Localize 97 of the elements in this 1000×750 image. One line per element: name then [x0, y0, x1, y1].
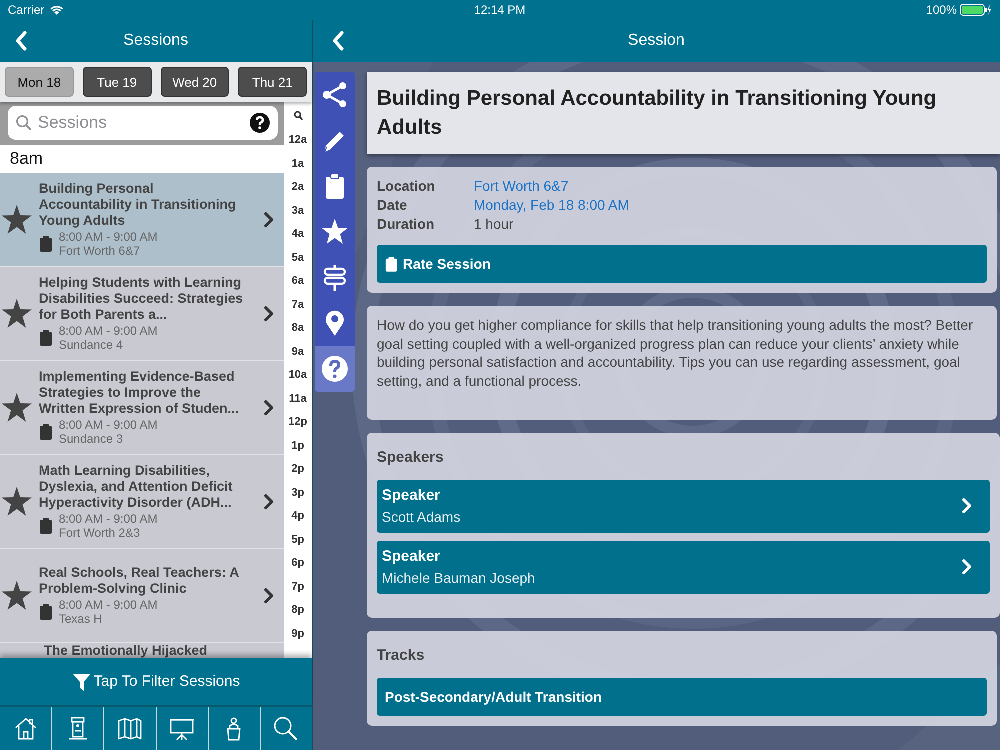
index-letter[interactable]: 3p — [292, 482, 304, 505]
chevron-icon — [264, 400, 274, 416]
session-title: The Emotionally Hijacked — [44, 643, 209, 658]
nav-title: Session — [628, 32, 685, 50]
clipboard-icon — [385, 256, 398, 272]
signpost-icon — [322, 264, 348, 291]
rate-session-button[interactable]: Rate Session — [377, 245, 987, 283]
chevron-icon — [264, 494, 274, 510]
session-room: Texas H — [59, 612, 104, 626]
back-icon — [333, 31, 345, 51]
detail-label: Location — [377, 177, 436, 195]
session-title: Building Personal Accountability in Transitioning Young Adults — [39, 181, 238, 229]
detail-label: Date — [377, 196, 408, 214]
session-time: 8:00 AM - 9:00 AM — [59, 324, 158, 338]
session-title: Helping Students with Learning Disabilities Succeed: Strategies for Both Parents a... — [39, 275, 244, 323]
session-room: Fort Worth 6&7 — [59, 244, 142, 258]
clipboard-icon — [39, 329, 53, 347]
index-letter[interactable]: 4a — [292, 223, 304, 246]
index-letter[interactable]: 11a — [289, 388, 307, 411]
session-room: Fort Worth 2&3 — [59, 526, 142, 540]
index-letter[interactable]: 9p — [292, 622, 304, 646]
index-letter[interactable]: 2p — [292, 458, 304, 482]
index-letter[interactable]: 8p — [292, 599, 304, 622]
session-row[interactable]: Building Personal Accountability in Transitioning Young Adults 8:00 AM - 9:00 AM Fort Worth 6&7 — [0, 173, 284, 267]
index-letter[interactable]: 10a — [288, 364, 308, 388]
index-letter[interactable]: 7a — [292, 294, 304, 317]
back-button[interactable] — [333, 31, 345, 51]
share-icon — [322, 82, 348, 108]
section-heading: Tracks — [377, 647, 426, 664]
clock-time: 12:14 PM — [474, 3, 526, 17]
clipboard-icon — [39, 517, 53, 535]
chevron-icon — [962, 498, 972, 514]
track-button[interactable]: Post-Secondary/Adult Transition — [377, 678, 987, 716]
chevron-icon — [264, 306, 274, 322]
session-room: Sundance 4 — [59, 338, 124, 352]
detail-value: 1 hour — [474, 215, 514, 233]
index-letter[interactable]: 6a — [292, 270, 304, 294]
nav-title: Sessions — [124, 32, 188, 50]
star-icon — [2, 205, 32, 234]
index-letter[interactable]: 8a — [292, 317, 304, 340]
star-icon — [2, 299, 32, 328]
session-time: 8:00 AM - 9:00 AM — [59, 230, 158, 244]
day-tab[interactable]: Wed 20 — [160, 67, 230, 97]
index-letter[interactable]: 7p — [292, 576, 304, 599]
clipboard-icon — [39, 423, 53, 441]
session-title: Implementing Evidence-Based Strategies to Improve the Written Expression of Studen... — [39, 369, 240, 417]
back-icon — [16, 31, 28, 51]
index-letter[interactable]: 9a — [292, 340, 304, 364]
index-letter[interactable]: 5p — [292, 528, 304, 552]
section-heading: Speakers — [377, 449, 445, 466]
toolbar-button[interactable] — [315, 346, 355, 392]
index-letter[interactable]: 3a — [292, 200, 304, 223]
session-title: Building Personal Accountability in Transitioning Young Adults — [377, 86, 938, 141]
chevron-icon — [962, 559, 972, 576]
session-room: Sundance 3 — [59, 432, 124, 446]
session-time: 8:00 AM - 9:00 AM — [59, 598, 158, 612]
index-letter[interactable]: 1p — [292, 434, 304, 458]
chevron-icon — [264, 588, 274, 604]
clipboard-icon — [39, 235, 53, 253]
clipboard-icon — [39, 603, 53, 621]
star-icon — [2, 393, 32, 422]
help-icon — [322, 356, 348, 382]
detail-label: Duration — [377, 215, 436, 233]
star-icon — [2, 581, 32, 610]
filter-button[interactable]: Tap To Filter Sessions — [0, 658, 312, 705]
help-icon[interactable] — [250, 113, 270, 133]
wifi-icon — [50, 4, 64, 16]
search-icon — [16, 115, 32, 131]
star-icon — [2, 487, 32, 516]
index-letter[interactable]: 6p — [292, 552, 304, 576]
index-letter[interactable]: 5a — [292, 246, 304, 270]
index-letter[interactable]: 12a — [288, 129, 308, 152]
day-tab[interactable]: Thu 21 — [238, 67, 307, 97]
carrier-label: Carrier — [8, 3, 45, 17]
search-icon — [294, 111, 302, 121]
section-header-label: 8am — [10, 149, 44, 169]
session-title: Real Schools, Real Teachers: A Problem-Solving Clinic — [39, 565, 240, 597]
index-letter[interactable]: 2a — [292, 176, 304, 200]
chevron-icon — [264, 212, 274, 228]
filter-icon — [72, 672, 92, 692]
session-time: 8:00 AM - 9:00 AM — [59, 512, 158, 526]
speaker-button[interactable]: Speaker Michele Bauman Joseph — [377, 541, 990, 594]
day-tab[interactable]: Mon 18 — [5, 67, 74, 97]
search-field[interactable]: Sessions — [8, 106, 278, 140]
star-icon — [322, 218, 348, 245]
battery-icon — [960, 4, 992, 16]
index-letter[interactable]: 12p — [288, 411, 308, 434]
search-icon[interactable] — [272, 714, 300, 742]
session-title: Math Learning Disabilities, Dyslexia, and Attention Deficit Hyperactivity Disorder (ADH... — [39, 463, 234, 511]
session-description: How do you get higher compliance for skills that help transitioning young adults the most? Better goal setting coupled with a well-organized progress plan can reduce your clients’ anxiety while building personal satisfaction and accountability. Tips you can use regarding assessment, goal setting, and a functional process. — [377, 316, 974, 390]
back-button[interactable] — [16, 31, 28, 51]
day-tab[interactable]: Tue 19 — [82, 67, 152, 97]
index-letter[interactable]: 1a — [292, 152, 304, 176]
battery-percentage: 100% — [926, 3, 957, 17]
speaker-button[interactable]: Speaker Scott Adams — [377, 480, 990, 534]
index-letter[interactable]: 4p — [292, 505, 304, 528]
session-time: 8:00 AM - 9:00 AM — [59, 418, 158, 432]
